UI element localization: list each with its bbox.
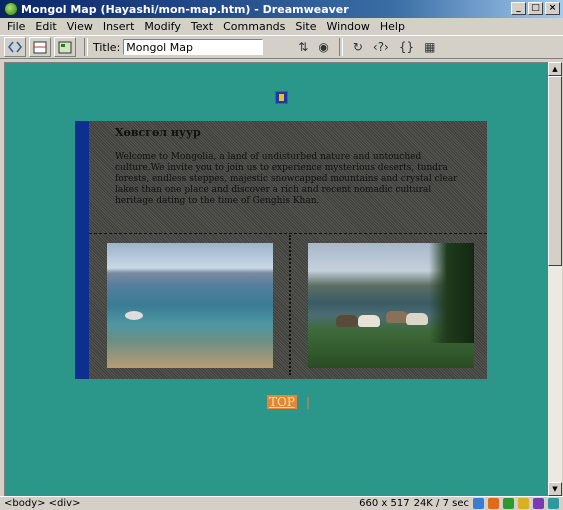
page-title-input[interactable]	[123, 39, 264, 55]
close-button[interactable]: ×	[545, 2, 560, 15]
top-link[interactable]: TOP	[267, 395, 297, 409]
preview-browser-icon[interactable]: ◉	[318, 40, 328, 54]
split-view-icon	[33, 41, 47, 53]
menu-view[interactable]: View	[62, 18, 98, 35]
trees	[429, 243, 474, 343]
design-view-document[interactable]: Хөвсгөл нуур Welcome to Mongolia, a land…	[4, 62, 548, 496]
scroll-up-button[interactable]: ▲	[548, 62, 562, 76]
document-toolbar: Title: ⇅ ◉ ↻ ‹?› {} ▦	[0, 35, 563, 59]
menu-file[interactable]: File	[2, 18, 30, 35]
mongolia-flag-icon	[275, 91, 288, 104]
design-view-button[interactable]	[54, 37, 76, 57]
behaviors-icon[interactable]	[533, 498, 544, 509]
scroll-thumb[interactable]	[548, 76, 562, 266]
refresh-icon[interactable]: ↻	[353, 40, 363, 54]
horse	[358, 315, 380, 327]
content-panel: Хөвсгөл нуур Welcome to Mongolia, a land…	[75, 121, 487, 379]
view-options-icon[interactable]: ▦	[424, 40, 435, 54]
scroll-down-button[interactable]: ▼	[548, 482, 562, 496]
toolbar-separator	[338, 38, 343, 56]
maximize-button[interactable]: □	[528, 2, 543, 15]
welcome-paragraph: Welcome to Mongolia, a land of undisturb…	[115, 152, 458, 206]
dreamweaver-app-icon	[4, 2, 18, 16]
menu-help[interactable]: Help	[375, 18, 410, 35]
menu-bar: File Edit View Insert Modify Text Comman…	[0, 18, 563, 35]
window-title: Mongol Map (Hayashi/mon-map.htm) - Dream…	[21, 2, 349, 16]
horse	[386, 311, 408, 323]
menu-modify[interactable]: Modify	[139, 18, 185, 35]
download-stats: 24K / 7 sec	[413, 498, 469, 509]
menu-commands[interactable]: Commands	[218, 18, 290, 35]
horses-photo	[308, 243, 474, 368]
css-styles-icon[interactable]	[518, 498, 529, 509]
site-icon[interactable]	[473, 498, 484, 509]
horse	[336, 315, 358, 327]
horse	[406, 313, 428, 325]
lake-rock	[125, 311, 143, 320]
split-view-button[interactable]	[29, 37, 51, 57]
reference-icon[interactable]: ‹?›	[373, 40, 389, 54]
code-view-button[interactable]	[4, 37, 26, 57]
toolbar-separator	[84, 38, 88, 56]
status-bar: <body> <div> 660 x 517 24K / 7 sec	[0, 496, 563, 510]
window-size[interactable]: 660 x 517	[359, 498, 409, 509]
page-heading: Хөвсгөл нуур	[115, 126, 201, 139]
menu-text[interactable]: Text	[186, 18, 218, 35]
vertical-divider	[289, 235, 291, 375]
title-field-label: Title:	[93, 40, 121, 54]
lake-photo	[107, 243, 273, 368]
vertical-scrollbar[interactable]: ▲ ▼	[548, 62, 562, 496]
window-controls: _ □ ×	[511, 2, 560, 15]
menu-window[interactable]: Window	[322, 18, 375, 35]
dreamweaver-window: Mongol Map (Hayashi/mon-map.htm) - Dream…	[0, 0, 563, 510]
tag-selector[interactable]: <body> <div>	[4, 498, 80, 509]
file-management-icon[interactable]: ⇅	[298, 40, 308, 54]
top-link-separator: |	[306, 395, 311, 409]
code-navigation-icon[interactable]: {}	[399, 40, 414, 54]
title-bar: Mongol Map (Hayashi/mon-map.htm) - Dream…	[0, 0, 563, 18]
horizontal-divider	[89, 233, 487, 234]
assets-icon[interactable]	[488, 498, 499, 509]
menu-insert[interactable]: Insert	[98, 18, 140, 35]
code-view-icon	[8, 41, 22, 53]
minimize-button[interactable]: _	[511, 2, 526, 15]
timelines-icon[interactable]	[548, 498, 559, 509]
menu-site[interactable]: Site	[290, 18, 321, 35]
design-view-icon	[58, 41, 72, 53]
panel-accent-bar	[75, 121, 89, 379]
menu-edit[interactable]: Edit	[30, 18, 61, 35]
html-styles-icon[interactable]	[503, 498, 514, 509]
